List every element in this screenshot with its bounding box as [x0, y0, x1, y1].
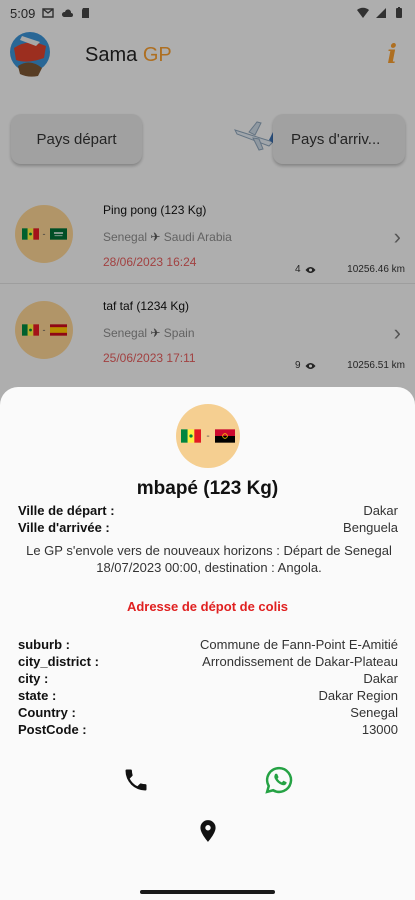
address-value: 13000 — [361, 722, 398, 737]
address-value: Commune de Fann-Point E-Amitié — [200, 637, 398, 652]
arrivee-value: Benguela — [343, 520, 398, 535]
arrivee-label: Ville d'arrivée : — [18, 520, 110, 535]
depart-label: Ville de départ : — [18, 503, 115, 518]
address-label: PostCode : — [18, 722, 87, 737]
whatsapp-icon[interactable] — [263, 764, 295, 796]
address-value: Dakar Region — [318, 688, 399, 703]
address-row: PostCode : 13000 — [18, 722, 398, 737]
trip-description: Le GP s'envole vers de nouveaux horizons… — [26, 543, 392, 575]
address-label: suburb : — [18, 637, 70, 652]
depart-row: Ville de départ : Dakar — [18, 503, 398, 518]
senegal-flag-icon — [181, 429, 202, 443]
detail-title: mbapé (123 Kg) — [136, 478, 279, 499]
address-row: state : Dakar Region — [18, 688, 398, 703]
address-row: suburb : Commune de Fann-Point E-Amitié — [18, 637, 398, 652]
section-title: Adresse de dépot de colis — [126, 599, 289, 614]
address-row: city : Dakar — [18, 671, 398, 686]
location-pin-icon[interactable] — [192, 815, 224, 847]
address-row: city_district : Arrondissement de Dakar-… — [18, 654, 398, 669]
arrivee-row: Ville d'arrivée : Benguela — [18, 520, 398, 535]
address-label: state : — [18, 688, 57, 703]
detail-bottom-sheet: - mbapé (123 Kg) Ville de départ : Dakar… — [0, 387, 415, 900]
address-row: Country : Senegal — [18, 705, 398, 720]
address-label: Country : — [18, 705, 76, 720]
phone-icon[interactable] — [120, 764, 152, 796]
address-label: city_district : — [18, 654, 99, 669]
angola-flag-icon — [214, 429, 235, 443]
flags-avatar: - — [176, 404, 240, 468]
address-value: Arrondissement de Dakar-Plateau — [202, 654, 398, 669]
address-label: city : — [18, 671, 49, 686]
address-value: Senegal — [350, 705, 398, 720]
home-indicator[interactable] — [140, 890, 275, 894]
depart-value: Dakar — [363, 503, 398, 518]
address-value: Dakar — [363, 671, 398, 686]
